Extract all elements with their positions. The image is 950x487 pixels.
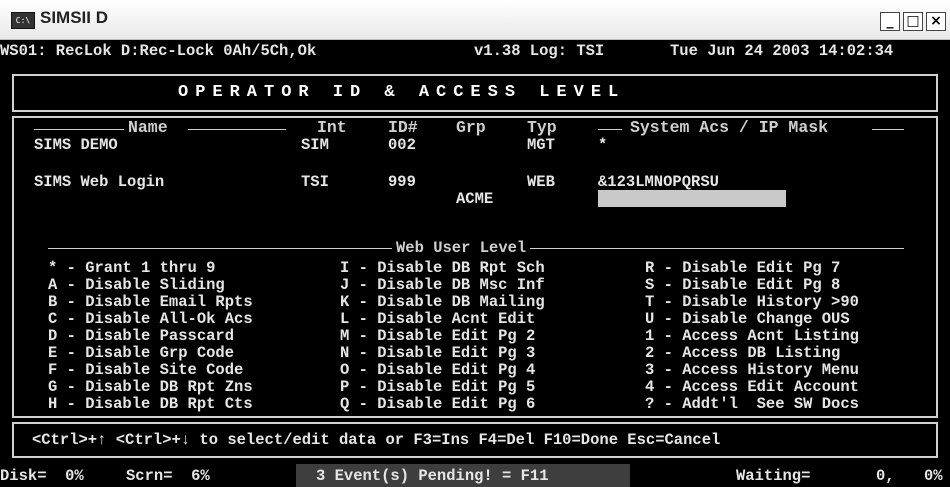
col-system-access: System Acs / IP Mask xyxy=(630,118,829,137)
waiting-value: 0, xyxy=(876,467,895,485)
list-item: G - Disable DB Rpt Zns xyxy=(48,378,253,396)
list-item: S - Disable Edit Pg 8 xyxy=(645,276,841,294)
list-item: 2 - Access DB Listing xyxy=(645,344,841,362)
name-rule-right xyxy=(188,129,286,130)
list-item: * - Grant 1 thru 9 xyxy=(48,259,216,277)
row-name[interactable]: SIMS DEMO xyxy=(34,136,118,154)
web-user-level-title: Web User Level xyxy=(392,240,531,256)
help-line: <Ctrl>+↑ <Ctrl>+↓ to select/edit data or… xyxy=(32,431,721,449)
list-item: I - Disable DB Rpt Sch xyxy=(340,259,545,277)
list-item: U - Disable Change OUS xyxy=(645,310,850,328)
screen-usage: Scrn= 6% xyxy=(126,467,210,485)
row-int[interactable]: TSI xyxy=(301,173,329,191)
list-item: Q - Disable Edit Pg 6 xyxy=(340,395,536,413)
maximize-button[interactable]: □ xyxy=(903,12,923,31)
col-name: Name xyxy=(128,118,168,137)
sys-rule-right xyxy=(872,129,904,130)
waiting-label: Waiting= xyxy=(736,467,811,485)
sys-rule-left xyxy=(598,129,622,130)
list-item: R - Disable Edit Pg 7 xyxy=(645,259,841,277)
list-item: A - Disable Sliding xyxy=(48,276,225,294)
ip-mask-input[interactable] xyxy=(598,190,786,207)
row-typ[interactable]: WEB xyxy=(527,173,555,191)
list-item: 3 - Access History Menu xyxy=(645,361,859,379)
console-area: WS01: RecLok D:Rec-Lock 0Ah/5Ch,Ok v1.38… xyxy=(0,40,950,487)
row-system-access[interactable]: * xyxy=(598,136,607,154)
row-id[interactable]: 002 xyxy=(388,136,416,154)
title-bar[interactable]: C:\ SIMSII D _ □ × xyxy=(0,0,950,40)
disk-usage: Disk= 0% xyxy=(0,467,84,485)
col-typ: Typ xyxy=(527,118,557,137)
col-int: Int xyxy=(317,118,347,137)
list-item: T - Disable History >90 xyxy=(645,293,859,311)
list-item: O - Disable Edit Pg 4 xyxy=(340,361,536,379)
minimize-button[interactable]: _ xyxy=(880,12,900,31)
date-time: Tue Jun 24 2003 14:02:34 xyxy=(670,42,894,60)
list-item: N - Disable Edit Pg 3 xyxy=(340,344,536,362)
list-item: M - Disable Edit Pg 2 xyxy=(340,327,536,345)
list-item: 4 - Access Edit Account xyxy=(645,378,859,396)
list-item: K - Disable DB Mailing xyxy=(340,293,545,311)
list-item: 1 - Access Acnt Listing xyxy=(645,327,859,345)
list-item: P - Disable Edit Pg 5 xyxy=(340,378,536,396)
record-lock-status: WS01: RecLok D:Rec-Lock 0Ah/5Ch,Ok xyxy=(0,42,317,60)
row-typ[interactable]: MGT xyxy=(527,136,555,154)
list-item: ? - Addt'l See SW Docs xyxy=(645,395,859,413)
page-title: OPERATOR ID & ACCESS LEVEL xyxy=(178,83,626,102)
bottom-status-bar: Disk= 0% Scrn= 6% 3 Event(s) Pending! = … xyxy=(0,464,950,487)
row-system-access[interactable]: &123LMNOPQRSU xyxy=(598,173,719,191)
row-name[interactable]: SIMS Web Login xyxy=(34,173,164,191)
list-item: B - Disable Email Rpts xyxy=(48,293,253,311)
window-title: SIMSII D xyxy=(40,8,109,27)
col-grp: Grp xyxy=(456,118,486,137)
list-item: C - Disable All-Ok Acs xyxy=(48,310,253,328)
console-window: C:\ SIMSII D _ □ × WS01: RecLok D:Rec-Lo… xyxy=(0,0,950,487)
list-item: J - Disable DB Msc Inf xyxy=(340,276,545,294)
list-item: D - Disable Passcard xyxy=(48,327,235,345)
waiting-percent: 0% xyxy=(924,467,943,485)
row-id[interactable]: 999 xyxy=(388,173,416,191)
events-pending[interactable]: 3 Event(s) Pending! = F11 xyxy=(316,467,549,485)
close-button[interactable]: × xyxy=(926,12,946,31)
list-item: F - Disable Site Code xyxy=(48,361,244,379)
list-item: H - Disable DB Rpt Cts xyxy=(48,395,253,413)
name-rule-left xyxy=(34,129,124,130)
list-item: E - Disable Grp Code xyxy=(48,344,235,362)
col-id: ID# xyxy=(388,118,418,137)
version-log: v1.38 Log: TSI xyxy=(474,42,605,60)
row-int[interactable]: SIM xyxy=(301,136,329,154)
console-icon[interactable]: C:\ xyxy=(11,12,35,29)
row-grp[interactable]: ACME xyxy=(456,190,493,208)
list-item: L - Disable Acnt Edit xyxy=(340,310,536,328)
